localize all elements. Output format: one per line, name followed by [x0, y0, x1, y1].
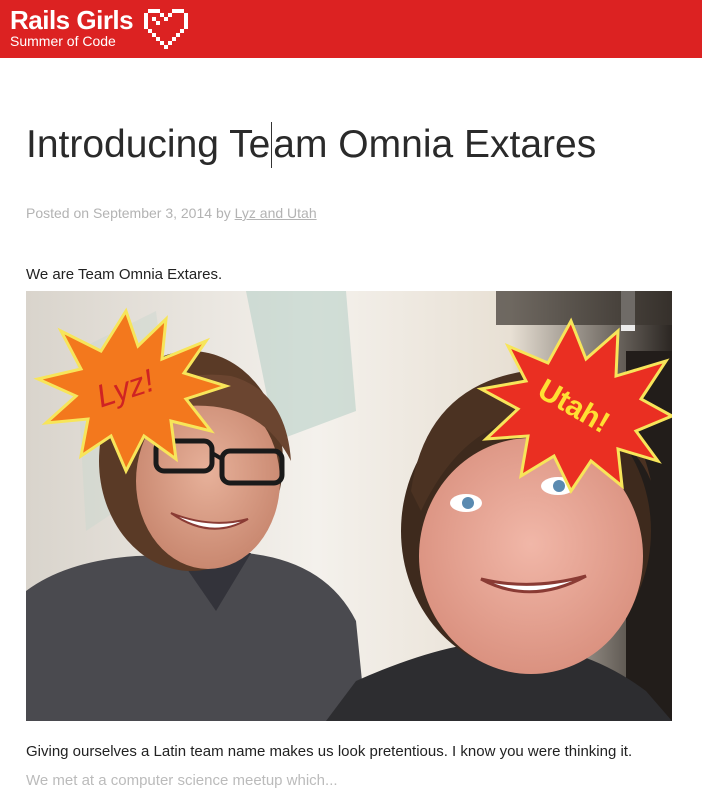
next-line-partial: We met at a computer science meetup whic…	[26, 772, 338, 789]
intro-paragraph: We are Team Omnia Extares.	[26, 266, 223, 283]
author-link[interactable]: Lyz and Utah	[235, 205, 317, 221]
page-title: Introducing Team Omnia Extares	[26, 120, 596, 170]
pixel-heart-icon[interactable]	[143, 9, 189, 49]
posted-on-label: Posted on	[26, 205, 90, 221]
site-header: Rails Girls Summer of Code	[0, 0, 702, 58]
by-label: by	[215, 205, 231, 221]
post-date: September 3, 2014	[92, 205, 213, 221]
logo-subtitle[interactable]: Summer of Code	[10, 33, 116, 49]
title-part-1: Introducing Te	[26, 123, 271, 166]
logo-title[interactable]: Rails Girls	[10, 6, 134, 34]
post-meta: Posted on September 3, 2014 by Lyz and U…	[26, 205, 317, 221]
body-paragraph: Giving ourselves a Latin team name makes…	[26, 743, 633, 760]
team-photo: Lyz! Utah!	[26, 291, 672, 721]
title-part-2: am Omnia Extares	[273, 123, 597, 166]
team-photo-illustration: Lyz! Utah!	[26, 291, 672, 721]
text-cursor	[271, 121, 273, 168]
